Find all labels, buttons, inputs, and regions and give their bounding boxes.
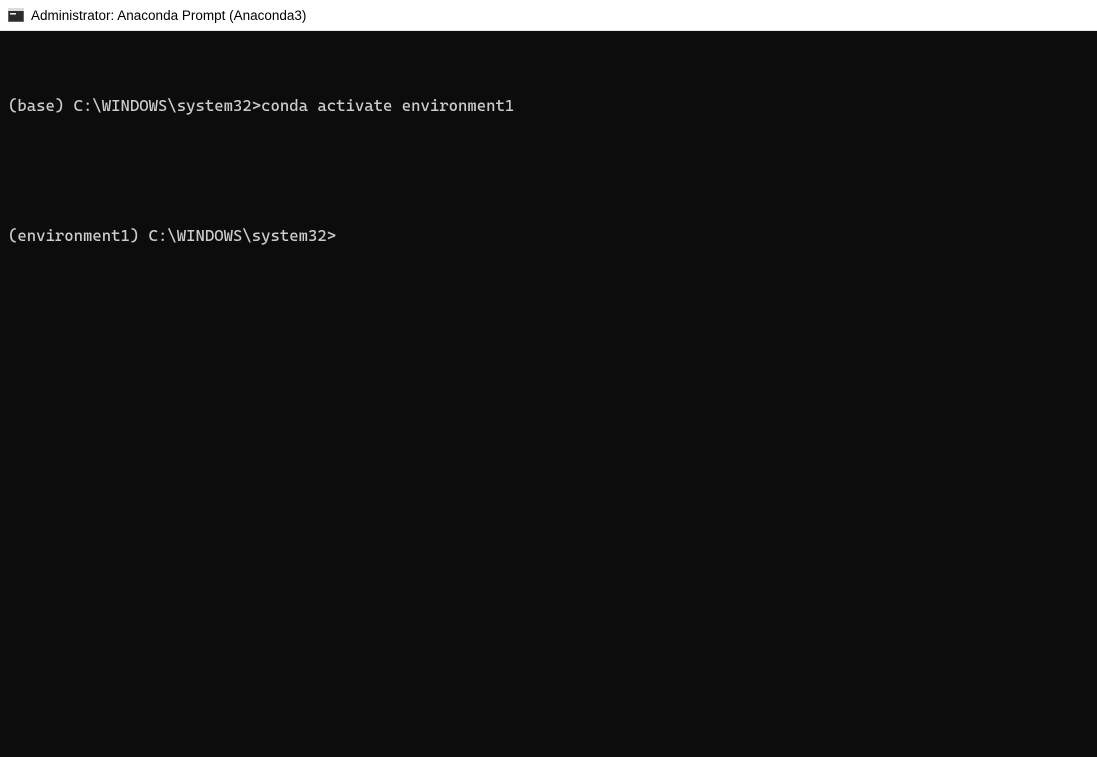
window-title: Administrator: Anaconda Prompt (Anaconda… [31, 8, 306, 23]
terminal-output[interactable]: (base) C:\WINDOWS\system32>conda activat… [0, 31, 1097, 757]
window-titlebar[interactable]: Administrator: Anaconda Prompt (Anaconda… [0, 0, 1097, 31]
prompt-text: (base) C:\WINDOWS\system32> [8, 96, 261, 115]
terminal-line: (environment1) C:\WINDOWS\system32> [8, 223, 1089, 249]
prompt-text: (environment1) C:\WINDOWS\system32> [8, 226, 336, 245]
terminal-line: (base) C:\WINDOWS\system32>conda activat… [8, 93, 1089, 119]
terminal-icon [8, 7, 24, 23]
command-text: conda activate environment1 [261, 96, 514, 115]
